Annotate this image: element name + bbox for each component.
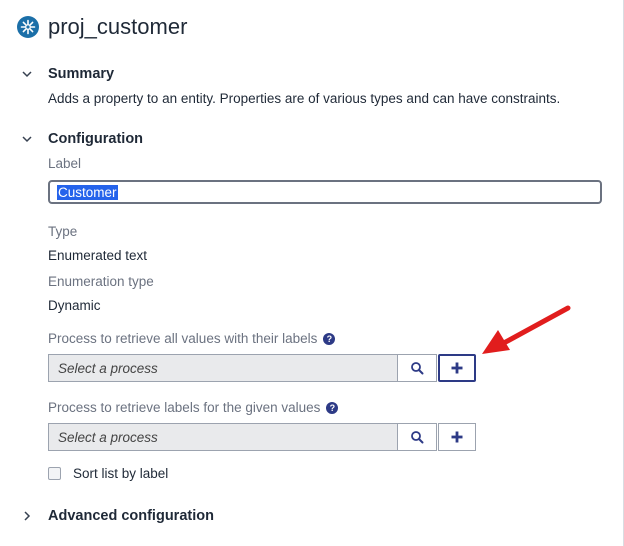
search-icon (411, 362, 424, 375)
process-labels-picker: Select a process (48, 423, 476, 451)
chevron-down-icon (20, 132, 34, 146)
page-header: proj_customer (16, 14, 187, 40)
page-title: proj_customer (48, 14, 188, 39)
label-input[interactable]: Customer (48, 180, 602, 204)
type-value: Enumerated text (48, 248, 148, 263)
summary-section-toggle[interactable]: Summary (20, 66, 114, 82)
summary-heading: Summary (48, 66, 115, 82)
enum-type-value: Dynamic (48, 298, 101, 313)
process-all-picker: Select a process (48, 354, 476, 382)
process-labels-add-button[interactable] (438, 423, 476, 451)
sort-by-label-label: Sort list by label (73, 466, 169, 481)
plus-icon (451, 431, 463, 443)
advanced-section-toggle[interactable]: Advanced configuration (20, 508, 214, 524)
label-caption: Label (48, 156, 82, 171)
process-labels-caption-row: Process to retrieve labels for the given… (48, 400, 339, 415)
sort-by-label-row: Sort list by label (48, 466, 168, 481)
summary-description: Adds a property to an entity. Properties… (48, 91, 561, 106)
chevron-down-icon (20, 67, 34, 81)
sort-by-label-checkbox[interactable] (48, 467, 61, 480)
process-labels-input[interactable]: Select a process (48, 423, 398, 451)
chevron-right-icon (20, 509, 34, 523)
type-caption: Type (48, 224, 78, 239)
enum-type-caption: Enumeration type (48, 274, 154, 289)
process-all-caption-row: Process to retrieve all values with thei… (48, 331, 336, 346)
process-all-input[interactable]: Select a process (48, 354, 398, 382)
process-all-search-button[interactable] (398, 354, 437, 382)
plus-icon (451, 362, 463, 374)
help-icon[interactable]: ? (326, 401, 339, 414)
search-icon (411, 431, 424, 444)
process-all-caption: Process to retrieve all values with thei… (48, 331, 318, 346)
help-icon[interactable]: ? (323, 332, 336, 345)
process-labels-caption: Process to retrieve labels for the given… (48, 400, 321, 415)
process-labels-search-button[interactable] (398, 423, 437, 451)
annotation-arrow-icon (482, 305, 571, 354)
label-input-value[interactable]: Customer (57, 184, 118, 200)
advanced-heading: Advanced configuration (48, 508, 214, 524)
entity-icon (16, 15, 40, 39)
configuration-heading: Configuration (48, 131, 144, 147)
configuration-section-toggle[interactable]: Configuration (20, 131, 143, 147)
